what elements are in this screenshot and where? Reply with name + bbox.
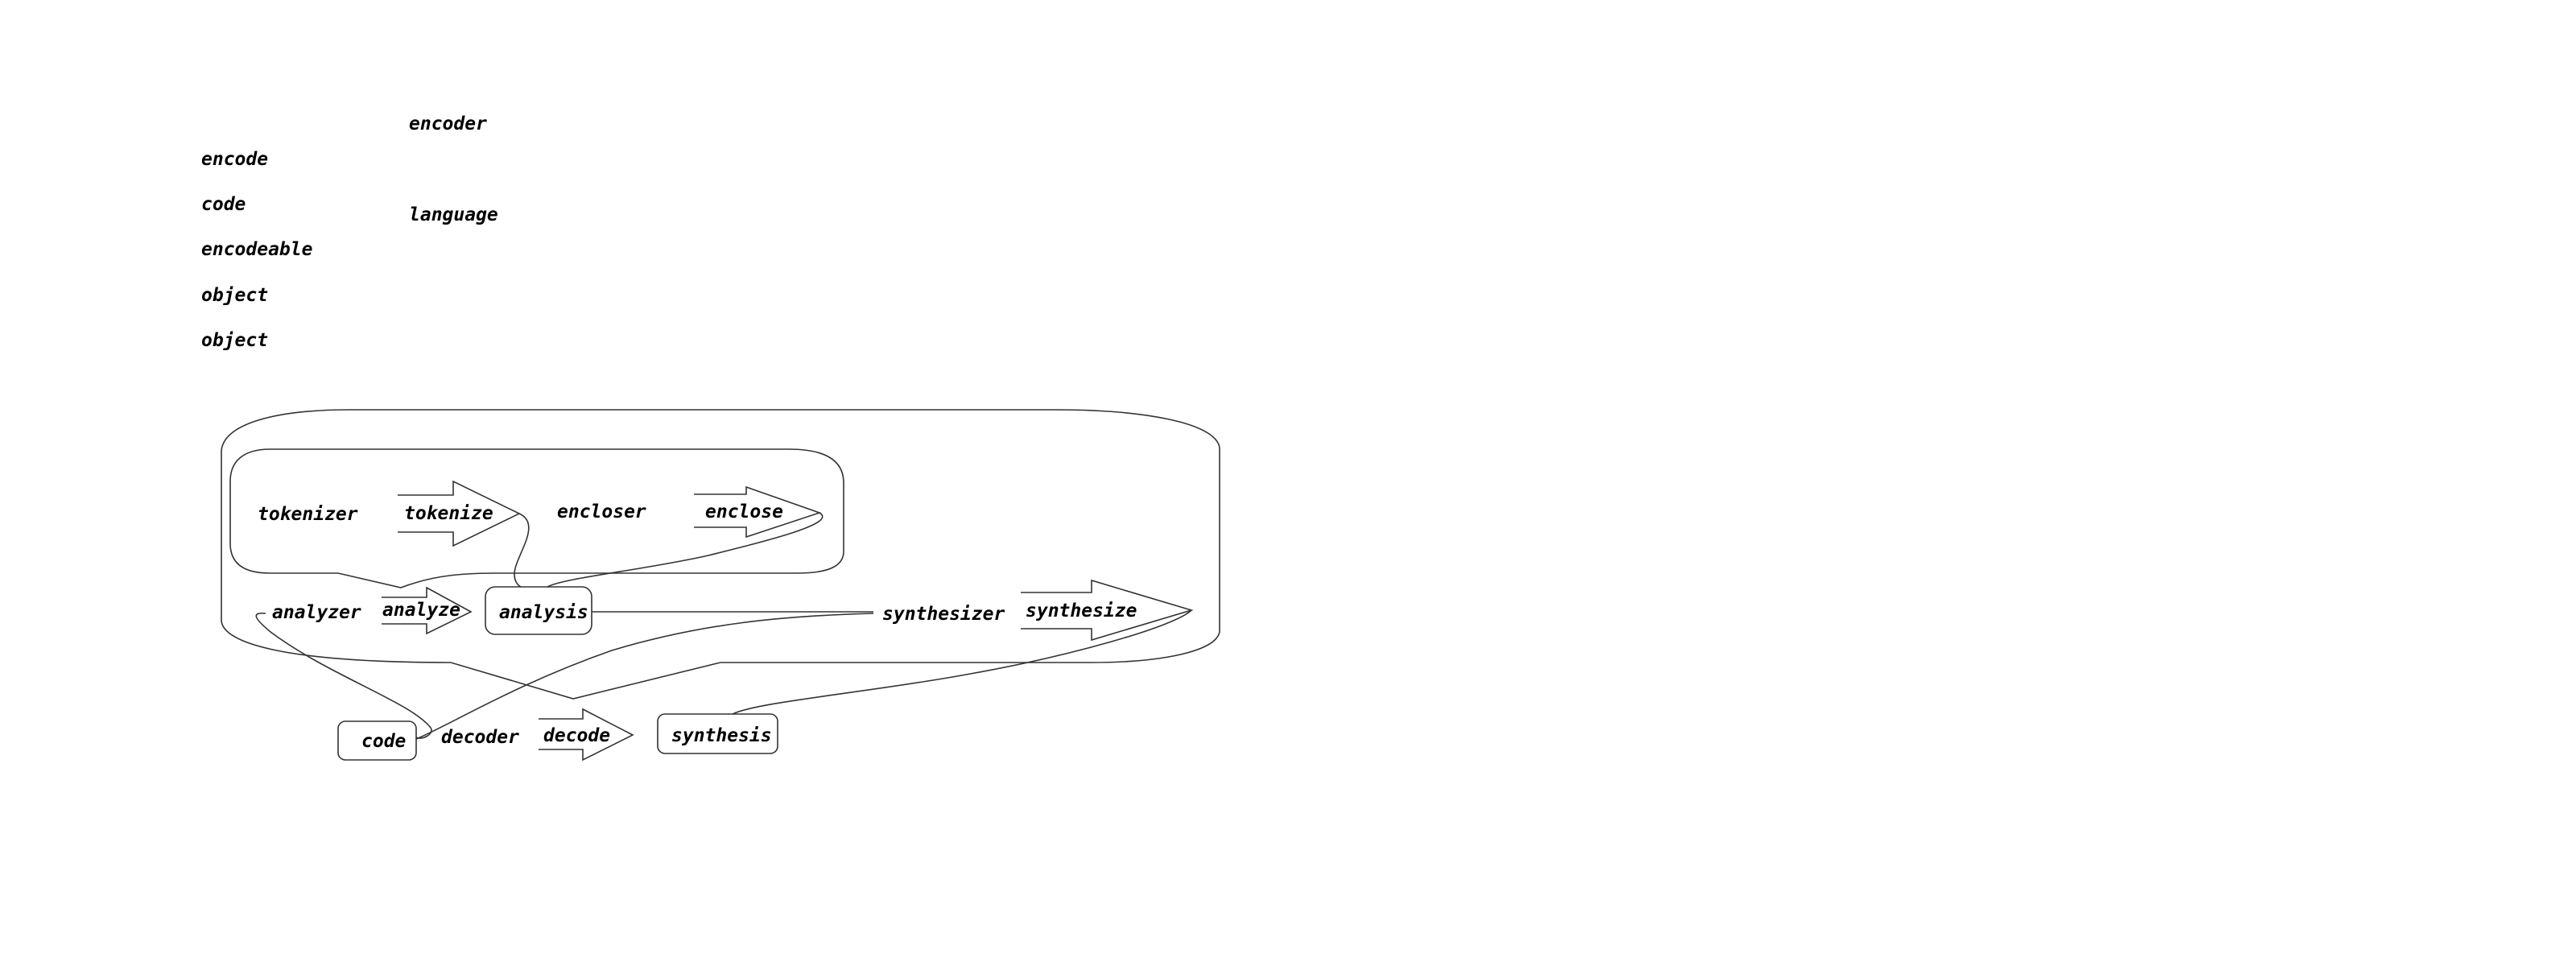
synthesis-label: synthesis <box>671 725 772 746</box>
code-label: code <box>361 731 406 752</box>
enclose-label: enclose <box>705 502 783 522</box>
diagram-canvas: encode code encodeable object object enc… <box>0 0 2576 966</box>
decode-label: decode <box>543 725 610 746</box>
analyzer-label: analyzer <box>272 602 361 623</box>
connector-code-synthesizer <box>415 613 874 740</box>
synthesize-label: synthesize <box>1026 601 1137 621</box>
tokenize-label: tokenize <box>404 503 493 524</box>
word-list-object: object <box>201 285 268 306</box>
word-list-encode: encode <box>201 149 268 170</box>
connector-analyzer-code <box>255 612 432 739</box>
decoder-label: decoder <box>441 727 519 748</box>
word-list-encodeable: encodeable <box>201 239 312 260</box>
diagram-svg: encode code encodeable object object enc… <box>201 114 1220 762</box>
synthesizer-label: synthesizer <box>882 604 1005 625</box>
word-list: encode code encodeable object object enc… <box>201 114 498 351</box>
word-list-language: language <box>409 204 498 225</box>
outer-container <box>221 409 1220 700</box>
analyze-label: analyze <box>382 600 460 621</box>
tokenizer-label: tokenizer <box>258 504 358 525</box>
word-list-encoder: encoder <box>409 114 487 134</box>
connector-tokenize-analysis <box>514 513 530 588</box>
analysis-label: analysis <box>499 602 588 623</box>
word-list-code: code <box>201 194 246 215</box>
word-list-object-2: object <box>201 330 268 351</box>
encloser-label: encloser <box>557 502 646 522</box>
